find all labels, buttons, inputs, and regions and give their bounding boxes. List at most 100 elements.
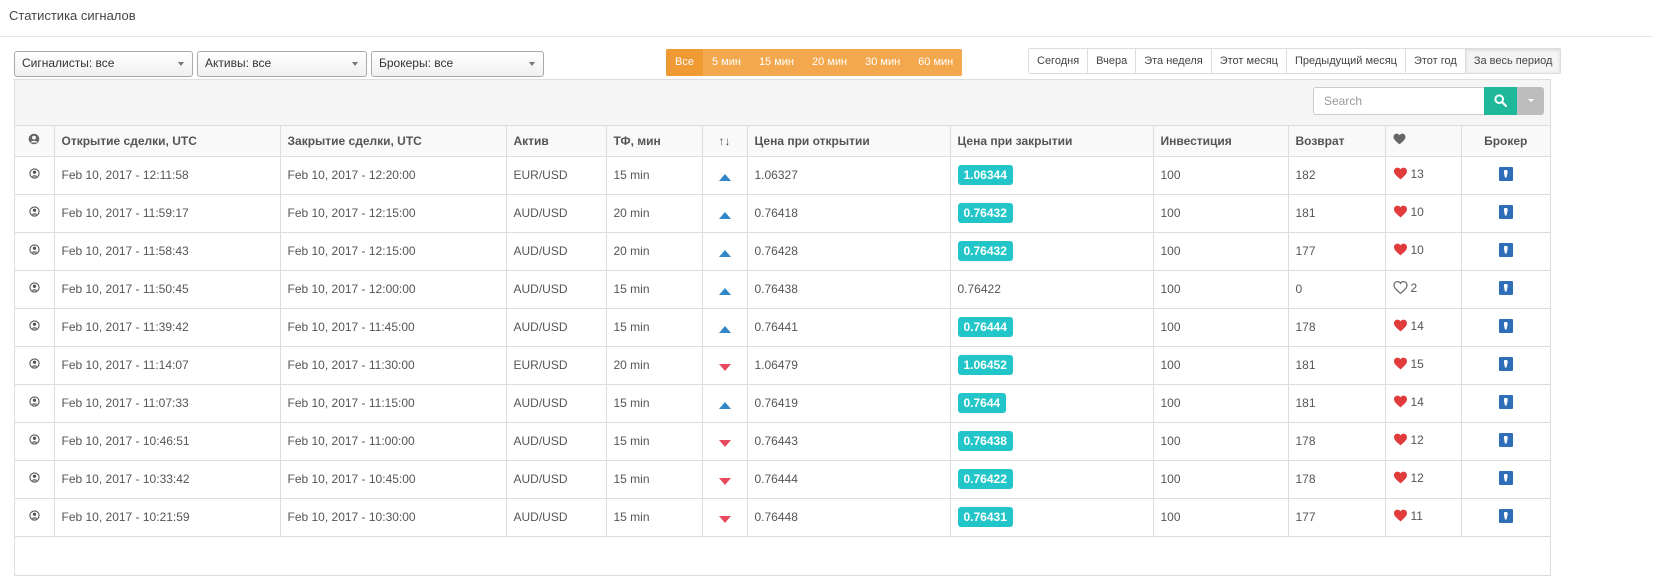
broker-icon[interactable] — [1498, 318, 1513, 333]
brokers-select[interactable]: Брокеры: все — [371, 51, 544, 77]
period-button[interactable]: Эта неделя — [1136, 49, 1212, 73]
favorite-toggle[interactable]: 10 — [1393, 243, 1424, 257]
timeframe-button[interactable]: 60 мин — [909, 49, 962, 76]
timeframe-button[interactable]: Все — [666, 49, 703, 76]
table-row[interactable]: Feb 10, 2017 - 11:14:07 Feb 10, 2017 - 11… — [15, 346, 1550, 385]
investment-cell: 100 — [1153, 232, 1289, 271]
arrow-down-icon — [718, 440, 731, 447]
period-button[interactable]: Этот месяц — [1211, 49, 1287, 73]
timeframe-cell: 20 min — [606, 194, 703, 233]
table-row[interactable]: Feb 10, 2017 - 10:33:42 Feb 10, 2017 - 10… — [15, 460, 1550, 499]
search-input[interactable] — [1313, 87, 1484, 115]
favorite-toggle[interactable]: 11 — [1393, 509, 1423, 523]
header-user[interactable] — [15, 126, 55, 157]
assets-select[interactable]: Активы: все — [197, 51, 367, 77]
favorite-toggle[interactable]: 10 — [1393, 205, 1424, 219]
period-button[interactable]: За весь период — [1465, 49, 1561, 73]
user-icon — [28, 133, 40, 145]
investment-cell: 100 — [1153, 498, 1289, 537]
period-button[interactable]: Вчера — [1088, 49, 1137, 73]
row-user-cell[interactable] — [15, 460, 55, 499]
broker-cell — [1461, 270, 1550, 309]
header-timeframe[interactable]: ТФ, мин — [606, 126, 703, 157]
user-icon — [29, 472, 40, 483]
user-icon — [29, 358, 40, 369]
close-time-cell: Feb 10, 2017 - 10:30:00 — [280, 498, 507, 537]
broker-icon[interactable] — [1498, 394, 1513, 409]
broker-icon[interactable] — [1498, 508, 1513, 523]
table-row[interactable]: Feb 10, 2017 - 11:58:43 Feb 10, 2017 - 12… — [15, 232, 1550, 271]
user-icon — [29, 244, 40, 255]
header-favorites[interactable] — [1385, 126, 1462, 157]
close-time-cell: Feb 10, 2017 - 10:45:00 — [280, 460, 507, 499]
price-close-cell: 1.06344 — [950, 156, 1154, 195]
header-price-close[interactable]: Цена при закрытии — [950, 126, 1154, 157]
row-user-cell[interactable] — [15, 346, 55, 385]
table-row[interactable]: Feb 10, 2017 - 10:21:59 Feb 10, 2017 - 10… — [15, 498, 1550, 537]
heart-filled-icon — [1393, 433, 1407, 446]
table-row[interactable]: Feb 10, 2017 - 10:46:51 Feb 10, 2017 - 11… — [15, 422, 1550, 461]
open-time-cell: Feb 10, 2017 - 12:11:58 — [54, 156, 281, 195]
broker-icon[interactable] — [1498, 166, 1513, 181]
header-asset[interactable]: Актив — [506, 126, 607, 157]
timeframe-button[interactable]: 30 мин — [856, 49, 909, 76]
user-icon — [29, 510, 40, 521]
heart-filled-icon — [1393, 357, 1407, 370]
row-user-cell[interactable] — [15, 384, 55, 423]
favorites-cell: 14 — [1385, 308, 1462, 347]
header-open-time[interactable]: Открытие сделки, UTC — [54, 126, 281, 157]
close-time-cell: Feb 10, 2017 - 11:15:00 — [280, 384, 507, 423]
asset-cell: AUD/USD — [506, 498, 607, 537]
timeframe-button[interactable]: 20 мин — [803, 49, 856, 76]
return-cell: 181 — [1288, 384, 1386, 423]
return-cell: 181 — [1288, 194, 1386, 233]
header-return[interactable]: Возврат — [1288, 126, 1386, 157]
table-row[interactable]: Feb 10, 2017 - 11:39:42 Feb 10, 2017 - 11… — [15, 308, 1550, 347]
row-user-cell[interactable] — [15, 194, 55, 233]
timeframe-button[interactable]: 15 мин — [750, 49, 803, 76]
broker-icon[interactable] — [1498, 432, 1513, 447]
broker-icon[interactable] — [1498, 280, 1513, 295]
row-user-cell[interactable] — [15, 270, 55, 309]
favorite-toggle[interactable]: 15 — [1393, 357, 1424, 371]
period-button[interactable]: Сегодня — [1029, 49, 1089, 73]
timeframe-cell: 15 min — [606, 270, 703, 309]
favorite-toggle[interactable]: 14 — [1393, 395, 1424, 409]
row-user-cell[interactable] — [15, 232, 55, 271]
row-user-cell[interactable] — [15, 422, 55, 461]
favorite-count: 2 — [1410, 280, 1418, 295]
table-row[interactable]: Feb 10, 2017 - 11:07:33 Feb 10, 2017 - 11… — [15, 384, 1550, 423]
search-options-dropdown[interactable] — [1517, 87, 1544, 115]
broker-icon[interactable] — [1498, 356, 1513, 371]
favorite-count: 13 — [1410, 166, 1424, 181]
favorite-toggle[interactable]: 12 — [1393, 433, 1424, 447]
header-close-time[interactable]: Закрытие сделки, UTC — [280, 126, 507, 157]
table-row[interactable]: Feb 10, 2017 - 11:50:45 Feb 10, 2017 - 12… — [15, 270, 1550, 309]
header-broker[interactable]: Брокер — [1461, 126, 1550, 157]
favorite-toggle[interactable]: 14 — [1393, 319, 1424, 333]
price-open-cell: 0.76438 — [747, 270, 951, 309]
broker-icon[interactable] — [1498, 204, 1513, 219]
favorite-toggle[interactable]: 2 — [1392, 280, 1418, 295]
favorite-count: 14 — [1410, 318, 1424, 333]
signalers-select[interactable]: Сигналисты: все — [14, 51, 193, 77]
header-price-open[interactable]: Цена при открытии — [747, 126, 951, 157]
table-row[interactable]: Feb 10, 2017 - 12:11:58 Feb 10, 2017 - 12… — [15, 156, 1550, 195]
price-close-badge: 0.76422 — [957, 469, 1013, 489]
broker-icon[interactable] — [1498, 242, 1513, 257]
user-icon — [29, 282, 40, 293]
favorite-toggle[interactable]: 13 — [1393, 167, 1424, 181]
table-row[interactable]: Feb 10, 2017 - 11:59:17 Feb 10, 2017 - 12… — [15, 194, 1550, 233]
row-user-cell[interactable] — [15, 498, 55, 537]
broker-icon[interactable] — [1498, 470, 1513, 485]
period-button[interactable]: Этот год — [1405, 49, 1466, 73]
header-investment[interactable]: Инвестиция — [1153, 126, 1289, 157]
row-user-cell[interactable] — [15, 156, 55, 195]
timeframe-button[interactable]: 5 мин — [703, 49, 750, 76]
search-button[interactable] — [1484, 87, 1517, 115]
row-user-cell[interactable] — [15, 308, 55, 347]
arrow-up-icon — [718, 212, 731, 219]
period-button[interactable]: Предыдущий месяц — [1286, 49, 1406, 73]
favorite-toggle[interactable]: 12 — [1393, 471, 1424, 485]
header-direction[interactable]: ↑↓ — [702, 126, 748, 157]
